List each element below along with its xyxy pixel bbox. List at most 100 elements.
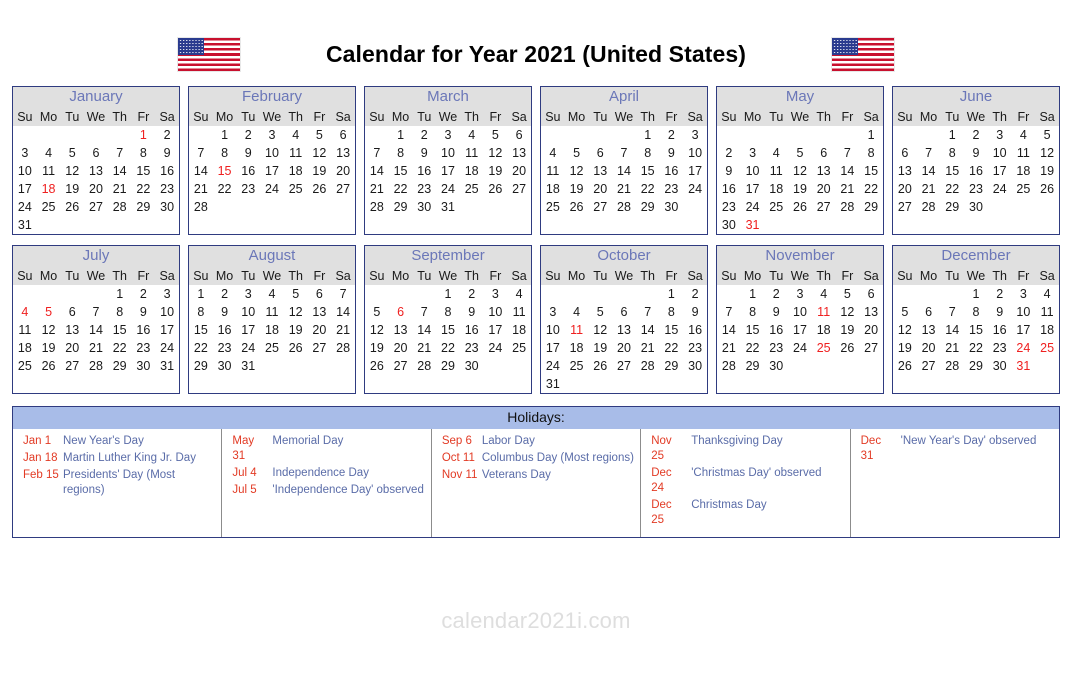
day-cell[interactable]: 27 (507, 180, 531, 198)
day-cell[interactable]: 9 (132, 303, 156, 321)
day-cell[interactable]: 30 (764, 357, 788, 375)
day-cell[interactable]: 31 (155, 357, 179, 375)
day-cell[interactable]: 15 (132, 162, 156, 180)
day-cell[interactable]: 6 (859, 285, 883, 303)
day-cell[interactable]: 11 (260, 303, 284, 321)
day-cell[interactable]: 6 (812, 144, 836, 162)
day-cell[interactable]: 8 (636, 144, 660, 162)
day-cell[interactable]: 5 (893, 303, 917, 321)
day-cell[interactable]: 29 (964, 357, 988, 375)
day-cell[interactable]: 19 (308, 162, 332, 180)
day-cell[interactable]: 13 (588, 162, 612, 180)
day-cell[interactable]: 20 (588, 180, 612, 198)
day-cell[interactable]: 3 (741, 144, 765, 162)
day-cell[interactable]: 11 (284, 144, 308, 162)
day-cell[interactable]: 3 (484, 285, 508, 303)
day-cell[interactable]: 29 (108, 357, 132, 375)
day-cell[interactable]: 28 (412, 357, 436, 375)
holiday-list-item[interactable]: Oct 11 Columbus Day (Most regions) (432, 450, 640, 467)
day-cell[interactable]: 4 (565, 303, 589, 321)
day-cell[interactable]: 9 (717, 162, 741, 180)
day-cell[interactable]: 9 (988, 303, 1012, 321)
day-cell[interactable]: 28 (917, 198, 941, 216)
day-cell[interactable]: 8 (940, 144, 964, 162)
day-cell[interactable]: 28 (612, 198, 636, 216)
day-cell[interactable]: 22 (859, 180, 883, 198)
day-cell[interactable]: 12 (788, 162, 812, 180)
day-cell[interactable]: 27 (331, 180, 355, 198)
day-cell[interactable]: 13 (84, 162, 108, 180)
day-cell[interactable]: 6 (507, 126, 531, 144)
day-cell[interactable]: 12 (308, 144, 332, 162)
day-cell[interactable]: 6 (84, 144, 108, 162)
holiday-list-item[interactable]: Nov 11 Veterans Day (432, 467, 640, 484)
day-cell[interactable]: 19 (565, 180, 589, 198)
holiday-list-item[interactable]: May 31 Memorial Day (222, 433, 430, 465)
day-cell[interactable]: 23 (132, 339, 156, 357)
day-cell[interactable]: 17 (788, 321, 812, 339)
day-cell[interactable]: 24 (683, 180, 707, 198)
day-cell[interactable]: 19 (588, 339, 612, 357)
day-cell[interactable]: 27 (308, 339, 332, 357)
day-cell-holiday[interactable]: 15 (213, 162, 237, 180)
day-cell[interactable]: 24 (236, 339, 260, 357)
day-cell[interactable]: 21 (331, 321, 355, 339)
day-cell[interactable]: 17 (988, 162, 1012, 180)
day-cell[interactable]: 15 (189, 321, 213, 339)
day-cell[interactable]: 30 (683, 357, 707, 375)
day-cell[interactable]: 28 (84, 357, 108, 375)
day-cell[interactable]: 25 (260, 339, 284, 357)
day-cell[interactable]: 7 (836, 144, 860, 162)
day-cell[interactable]: 17 (484, 321, 508, 339)
day-cell[interactable]: 26 (893, 357, 917, 375)
day-cell[interactable]: 4 (1012, 126, 1036, 144)
day-cell[interactable]: 5 (836, 285, 860, 303)
day-cell[interactable]: 31 (541, 375, 565, 393)
day-cell[interactable]: 14 (331, 303, 355, 321)
day-cell[interactable]: 18 (565, 339, 589, 357)
day-cell[interactable]: 7 (917, 144, 941, 162)
day-cell[interactable]: 2 (964, 126, 988, 144)
day-cell[interactable]: 13 (331, 144, 355, 162)
day-cell[interactable]: 18 (1012, 162, 1036, 180)
day-cell[interactable]: 24 (13, 198, 37, 216)
day-cell[interactable]: 27 (812, 198, 836, 216)
day-cell[interactable]: 19 (37, 339, 61, 357)
day-cell[interactable]: 5 (565, 144, 589, 162)
day-cell[interactable]: 8 (964, 303, 988, 321)
day-cell[interactable]: 17 (1012, 321, 1036, 339)
day-cell[interactable]: 1 (940, 126, 964, 144)
day-cell[interactable]: 17 (683, 162, 707, 180)
day-cell-holiday[interactable]: 11 (565, 321, 589, 339)
day-cell[interactable]: 28 (331, 339, 355, 357)
day-cell[interactable]: 13 (389, 321, 413, 339)
day-cell[interactable]: 2 (132, 285, 156, 303)
day-cell[interactable]: 20 (308, 321, 332, 339)
day-cell[interactable]: 20 (859, 321, 883, 339)
day-cell[interactable]: 21 (108, 180, 132, 198)
day-cell[interactable]: 30 (155, 198, 179, 216)
day-cell[interactable]: 4 (541, 144, 565, 162)
day-cell[interactable]: 20 (331, 162, 355, 180)
day-cell[interactable]: 14 (636, 321, 660, 339)
day-cell[interactable]: 1 (108, 285, 132, 303)
day-cell[interactable]: 1 (636, 126, 660, 144)
day-cell[interactable]: 2 (660, 126, 684, 144)
day-cell[interactable]: 29 (132, 198, 156, 216)
day-cell[interactable]: 9 (683, 303, 707, 321)
day-cell[interactable]: 22 (964, 339, 988, 357)
day-cell[interactable]: 1 (859, 126, 883, 144)
day-cell[interactable]: 1 (389, 126, 413, 144)
day-cell[interactable]: 1 (189, 285, 213, 303)
day-cell[interactable]: 21 (940, 339, 964, 357)
day-cell[interactable]: 29 (741, 357, 765, 375)
day-cell[interactable]: 15 (108, 321, 132, 339)
day-cell[interactable]: 24 (741, 198, 765, 216)
day-cell-holiday[interactable]: 11 (812, 303, 836, 321)
day-cell[interactable]: 21 (365, 180, 389, 198)
day-cell[interactable]: 13 (812, 162, 836, 180)
day-cell[interactable]: 1 (660, 285, 684, 303)
day-cell[interactable]: 17 (155, 321, 179, 339)
day-cell[interactable]: 18 (460, 162, 484, 180)
day-cell[interactable]: 14 (189, 162, 213, 180)
